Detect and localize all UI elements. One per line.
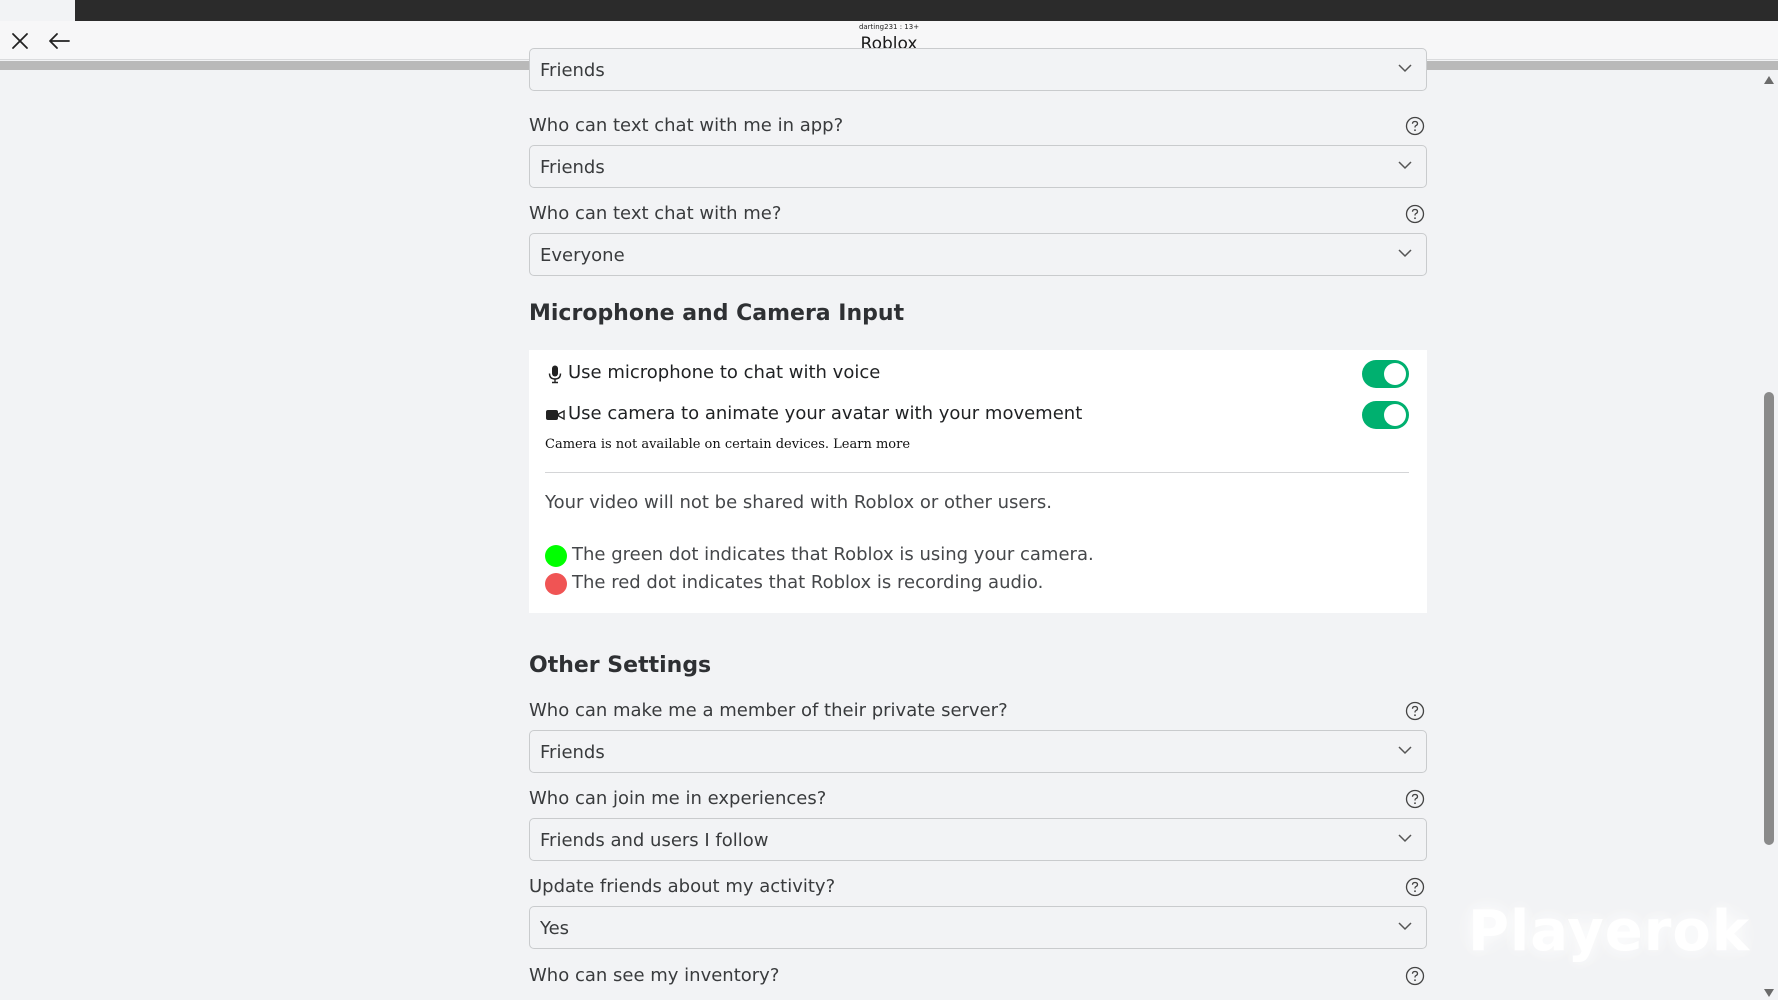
os-top-strip-left bbox=[0, 0, 75, 21]
vertical-scrollbar[interactable] bbox=[1763, 70, 1775, 1000]
media-settings-card: Use microphone to chat with voice Use ca… bbox=[529, 350, 1427, 613]
chevron-down-icon bbox=[1398, 834, 1412, 843]
join-dropdown[interactable]: Friends and users I follow bbox=[529, 818, 1427, 861]
watermark: Playerok bbox=[1468, 899, 1751, 964]
chevron-down-icon bbox=[1398, 161, 1412, 170]
toggle-knob bbox=[1384, 404, 1406, 426]
os-top-strip bbox=[0, 0, 1778, 21]
help-icon[interactable] bbox=[1405, 966, 1425, 986]
camera-label: Use camera to animate your avatar with y… bbox=[568, 403, 1083, 424]
camera-icon bbox=[546, 409, 565, 421]
chevron-down-icon bbox=[1398, 746, 1412, 755]
dropdown-value: Friends bbox=[540, 742, 605, 763]
chevron-down-icon bbox=[1398, 64, 1412, 73]
text-chat-dropdown[interactable]: Everyone bbox=[529, 233, 1427, 276]
scroll-down-arrow-icon[interactable] bbox=[1764, 989, 1774, 997]
other-settings-title: Other Settings bbox=[529, 653, 712, 678]
help-icon[interactable] bbox=[1405, 877, 1425, 897]
private-server-dropdown[interactable]: Friends bbox=[529, 730, 1427, 773]
green-dot-icon bbox=[545, 545, 567, 567]
help-icon[interactable] bbox=[1405, 701, 1425, 721]
toggle-knob bbox=[1384, 363, 1406, 385]
account-info: darting231 : 13+ bbox=[858, 23, 920, 31]
media-section-title: Microphone and Camera Input bbox=[529, 301, 905, 326]
learn-more-link[interactable]: Learn more bbox=[833, 437, 910, 452]
chevron-down-icon bbox=[1398, 249, 1412, 258]
microphone-toggle[interactable] bbox=[1362, 360, 1409, 388]
camera-availability-note: Camera is not available on certain devic… bbox=[545, 437, 910, 452]
scroll-up-arrow-icon[interactable] bbox=[1764, 76, 1774, 84]
text-chat-question: Who can text chat with me? bbox=[529, 203, 782, 224]
dropdown-value: Yes bbox=[540, 918, 570, 939]
partial-dropdown[interactable]: Friends bbox=[529, 48, 1427, 91]
help-icon[interactable] bbox=[1405, 204, 1425, 224]
activity-question: Update friends about my activity? bbox=[529, 876, 836, 897]
red-dot-icon bbox=[545, 573, 567, 595]
in-app-chat-question: Who can text chat with me in app? bbox=[529, 115, 844, 136]
dropdown-value: Friends bbox=[540, 157, 605, 178]
camera-toggle[interactable] bbox=[1362, 401, 1409, 429]
dropdown-value: Everyone bbox=[540, 245, 625, 266]
red-dot-text: The red dot indicates that Roblox is rec… bbox=[572, 572, 1044, 593]
join-question: Who can join me in experiences? bbox=[529, 788, 827, 809]
help-icon[interactable] bbox=[1405, 789, 1425, 809]
video-privacy-info: Your video will not be shared with Roblo… bbox=[545, 492, 1052, 513]
inventory-question: Who can see my inventory? bbox=[529, 965, 780, 986]
scrollbar-thumb[interactable] bbox=[1764, 392, 1774, 845]
dropdown-value: Friends bbox=[540, 60, 605, 81]
green-dot-text: The green dot indicates that Roblox is u… bbox=[572, 544, 1094, 565]
divider bbox=[545, 472, 1409, 473]
microphone-icon bbox=[548, 365, 562, 384]
help-icon[interactable] bbox=[1405, 116, 1425, 136]
dropdown-value: Friends and users I follow bbox=[540, 830, 769, 851]
camera-note-text: Camera is not available on certain devic… bbox=[545, 437, 830, 452]
private-server-question: Who can make me a member of their privat… bbox=[529, 700, 1008, 721]
chevron-down-icon bbox=[1398, 922, 1412, 931]
app-window: darting231 : 13+ Roblox Friends Who can … bbox=[0, 21, 1778, 1000]
microphone-label: Use microphone to chat with voice bbox=[568, 362, 881, 383]
activity-dropdown[interactable]: Yes bbox=[529, 906, 1427, 949]
in-app-chat-dropdown[interactable]: Friends bbox=[529, 145, 1427, 188]
